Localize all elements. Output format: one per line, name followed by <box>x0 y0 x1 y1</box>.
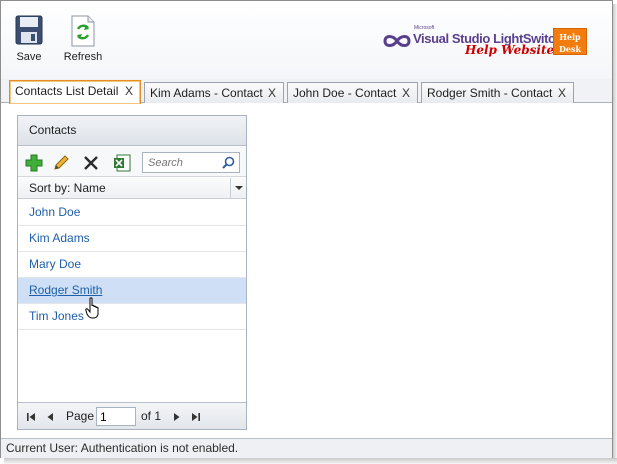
save-button[interactable]: Save <box>11 15 47 67</box>
search-icon[interactable] <box>222 156 235 169</box>
tab-rodger-smith-contact[interactable]: Rodger Smith - Contact X <box>421 82 574 104</box>
refresh-button[interactable]: Refresh <box>57 15 109 67</box>
list-item[interactable]: John Doe <box>18 200 246 226</box>
product-logo: Microsoft Visual Studio LightSwitch Help… <box>381 25 587 57</box>
tab-label: John Doe - Contact <box>293 86 397 100</box>
search-box <box>142 152 240 173</box>
pager: Page of 1 <box>18 402 246 429</box>
pencil-icon <box>54 155 69 170</box>
tab-close-button[interactable]: X <box>558 83 566 103</box>
refresh-icon <box>71 15 95 47</box>
tab-close-button[interactable]: X <box>268 83 276 103</box>
previous-page-icon[interactable] <box>46 412 54 422</box>
ribbon: Save Refresh Microsoft Visual Studio Lig… <box>1 1 612 79</box>
tab-strip: Contacts List Detail X Kim Adams - Conta… <box>1 79 612 104</box>
tab-kim-adams-contact[interactable]: Kim Adams - Contact X <box>144 82 284 104</box>
add-button[interactable] <box>25 154 43 172</box>
edit-button[interactable] <box>52 154 70 172</box>
contact-name: Tim Jones <box>29 309 84 323</box>
badge-line2: Desk <box>558 44 582 54</box>
first-page-icon[interactable] <box>26 412 36 422</box>
visual-studio-infinity-icon <box>383 35 411 47</box>
next-page-icon[interactable] <box>173 412 181 422</box>
contact-name: John Doe <box>29 205 81 219</box>
page-label: Page <box>66 409 95 423</box>
tab-john-doe-contact[interactable]: John Doe - Contact X <box>287 82 418 104</box>
list-item[interactable]: Mary Doe <box>18 252 246 278</box>
tab-close-button[interactable]: X <box>402 83 410 103</box>
help-desk-badge: Help Desk <box>553 28 587 55</box>
panel-title: Contacts <box>18 116 246 146</box>
list-item[interactable]: Tim Jones <box>18 304 246 330</box>
x-icon <box>84 156 98 170</box>
tab-label: Contacts List Detail <box>15 84 119 98</box>
sort-dropdown[interactable]: Sort by: Name <box>18 178 246 199</box>
badge-line1: Help <box>559 32 581 42</box>
logo-tagline: Help Website <box>465 43 555 57</box>
status-bar: Current User: Authentication is not enab… <box>1 438 612 458</box>
list-command-bar <box>18 147 246 177</box>
search-input[interactable] <box>143 153 219 172</box>
export-to-excel-button[interactable] <box>113 154 131 172</box>
tab-close-button[interactable]: X <box>125 81 133 101</box>
delete-button[interactable] <box>82 154 100 172</box>
contacts-list: John Doe Kim Adams Mary Doe Rodger Smith… <box>18 200 246 330</box>
tab-label: Rodger Smith - Contact <box>427 86 553 100</box>
floppy-disk-icon <box>15 15 43 45</box>
save-label: Save <box>16 51 42 63</box>
screen-content: Contacts Search Sort by: Name John Doe K… <box>1 103 612 438</box>
contact-name: Kim Adams <box>29 231 90 245</box>
contact-name: Mary Doe <box>29 257 82 271</box>
contact-name: Rodger Smith <box>29 283 103 297</box>
chevron-down-icon[interactable] <box>230 178 246 198</box>
page-count-label: of 1 <box>141 409 162 423</box>
hand-pointer-cursor-icon <box>85 297 99 319</box>
refresh-label: Refresh <box>63 51 103 63</box>
tab-label: Kim Adams - Contact <box>150 86 263 100</box>
window-shadow-right <box>613 4 617 462</box>
contacts-list-panel: Contacts Search Sort by: Name John Doe K… <box>17 115 247 430</box>
tab-contacts-list-detail[interactable]: Contacts List Detail X <box>9 80 141 104</box>
window-shadow-bottom <box>4 458 617 464</box>
excel-icon <box>114 154 131 172</box>
list-item-selected[interactable]: Rodger Smith <box>18 278 246 304</box>
list-item[interactable]: Kim Adams <box>18 226 246 252</box>
app-window: Save Refresh Microsoft Visual Studio Lig… <box>0 0 613 458</box>
last-page-icon[interactable] <box>191 412 201 422</box>
plus-icon <box>25 154 43 172</box>
page-number-input[interactable] <box>96 407 136 426</box>
sort-label: Sort by: Name <box>29 181 106 195</box>
